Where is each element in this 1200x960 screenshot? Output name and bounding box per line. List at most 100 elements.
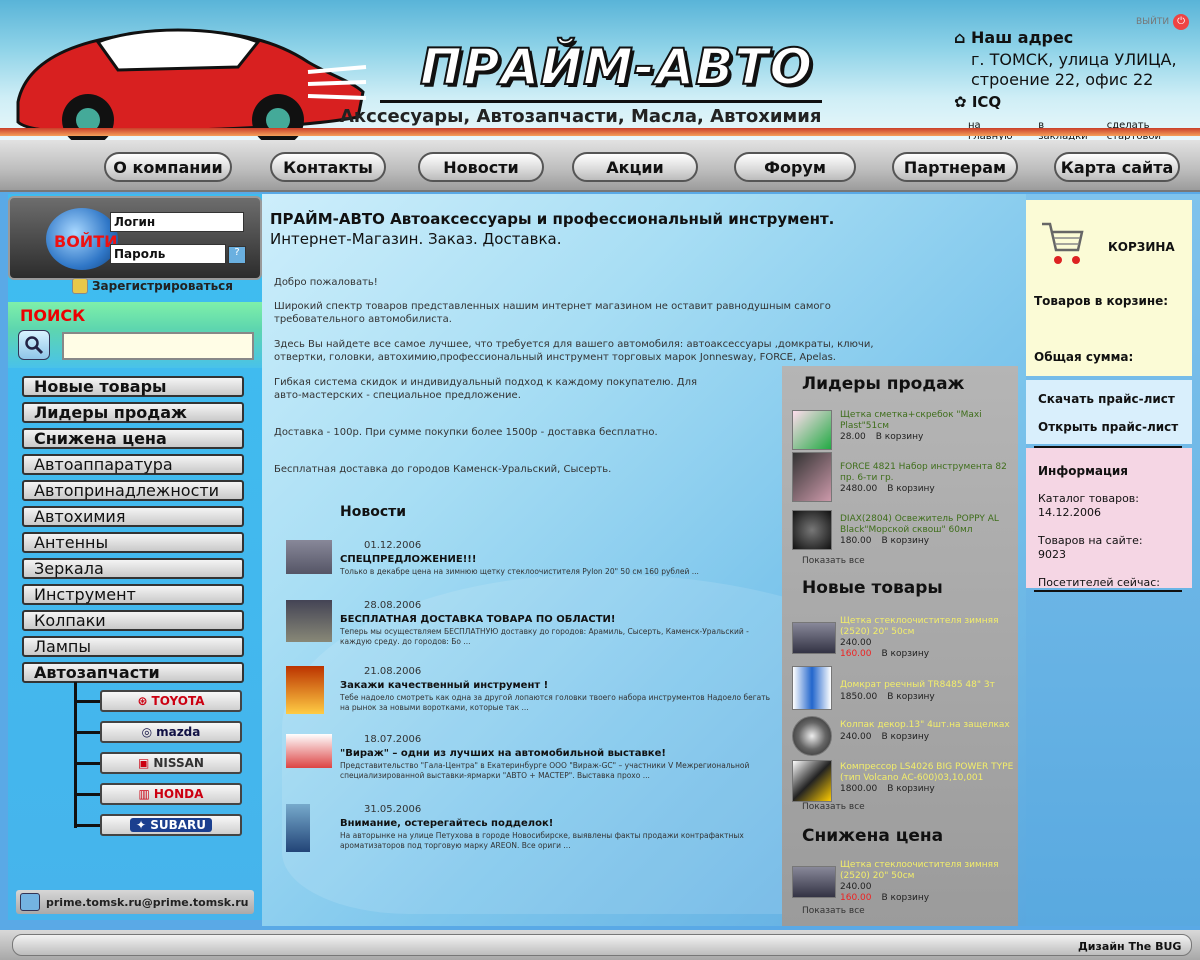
category-lamps[interactable]: Лампы [22, 636, 244, 657]
main-content: ПРАЙМ-АВТО Автоаксессуары и профессионал… [262, 194, 1026, 926]
category-hubcaps[interactable]: Колпаки [22, 610, 244, 631]
products-panel: Лидеры продаж Щетка сметка+скребок "Maxi… [782, 366, 1018, 926]
product-name[interactable]: Щетка сметка+скребок "Maxi Plast"51см [840, 410, 1020, 432]
category-auto-audio[interactable]: Автоаппаратура [22, 454, 244, 475]
search-input[interactable] [62, 332, 254, 360]
cart-box: КОРЗИНА Товаров в корзине: Общая сумма: [1026, 200, 1192, 376]
product-price-row: 240.00 В корзину [840, 732, 929, 742]
product-thumbnail [792, 510, 832, 550]
product-name[interactable]: Домкрат реечный TR8485 48" 3т [840, 680, 1020, 691]
nav-forum[interactable]: Форум [734, 152, 856, 182]
news-thumbnail [286, 600, 332, 642]
search-button[interactable] [18, 330, 50, 360]
open-price-link[interactable]: Открыть прайс-лист [1038, 420, 1178, 434]
download-price-link[interactable]: Скачать прайс-лист [1038, 392, 1175, 406]
info-title: Информация [1038, 464, 1128, 478]
product-name[interactable]: Щетка стеклоочистителя зимняя (2520) 20"… [840, 860, 1020, 882]
product-item[interactable]: FORCE 4821 Набор инструмента 82 пр. 6-ти… [792, 452, 1020, 502]
password-input[interactable]: Пароль [110, 244, 226, 264]
product-item[interactable]: Компрессор LS4026 BIG POWER TYPE (тип Vo… [792, 760, 1020, 802]
brand-subaru[interactable]: ✦ SUBARU [100, 814, 242, 836]
product-price: 240.00 [840, 732, 872, 742]
info-box: Информация Каталог товаров: 14.12.2006 Т… [1026, 448, 1192, 589]
product-thumbnail [792, 716, 832, 756]
email-box[interactable]: prime.tomsk.ru@prime.tomsk.ru [16, 890, 254, 914]
product-name[interactable]: Компрессор LS4026 BIG POWER TYPE (тип Vo… [840, 762, 1020, 784]
register-link[interactable]: Зарегистрироваться [72, 278, 233, 294]
news-title[interactable]: БЕСПЛАТНАЯ ДОСТАВКА ТОВАРА ПО ОБЛАСТИ! [340, 614, 615, 625]
nav-sitemap[interactable]: Карта сайта [1054, 152, 1180, 182]
product-thumbnail [792, 760, 832, 802]
magnifier-icon [25, 336, 44, 355]
add-to-cart-link[interactable]: В корзину [882, 536, 930, 546]
nav-promo[interactable]: Акции [572, 152, 698, 182]
news-title[interactable]: СПЕЦПРЕДЛОЖЕНИЕ!!! [340, 554, 476, 565]
tree-branch [74, 793, 102, 796]
category-tools[interactable]: Инструмент [22, 584, 244, 605]
show-all-link[interactable]: Показать все [802, 906, 865, 916]
brand-toyota[interactable]: ⊛ TOYOTA [100, 690, 242, 712]
nav-contacts[interactable]: Контакты [270, 152, 386, 182]
product-name[interactable]: Щетка стеклоочистителя зимняя (2520) 20"… [840, 616, 1020, 638]
news-title[interactable]: Внимание, остерегайтесь подделок! [340, 818, 553, 829]
add-to-cart-link[interactable]: В корзину [876, 432, 924, 442]
shopping-cart-icon[interactable] [1040, 220, 1084, 268]
honda-logo-icon: ▥ [138, 787, 150, 801]
category-leaders[interactable]: Лидеры продаж [22, 402, 244, 423]
add-to-cart-link[interactable]: В корзину [882, 893, 930, 903]
product-price-row: 28.00 В корзину [840, 432, 923, 442]
cart-title[interactable]: КОРЗИНА [1108, 240, 1175, 254]
show-all-link[interactable]: Показать все [802, 802, 865, 812]
category-accessories[interactable]: Автопринадлежности [22, 480, 244, 501]
cart-sum-label: Общая сумма: [1034, 350, 1134, 364]
brand-nissan[interactable]: ▣ NISSAN [100, 752, 242, 774]
product-item[interactable]: Домкрат реечный TR8485 48" 3т 1850.00 В к… [792, 666, 1020, 710]
price-list-box: Скачать прайс-лист Открыть прайс-лист [1026, 380, 1192, 444]
items-count: 9023 [1038, 548, 1066, 561]
news-text: На авторынке на улице Петухова в городе … [340, 831, 744, 850]
product-item[interactable]: Щетка стеклоочистителя зимняя (2520) 20"… [792, 860, 1020, 906]
product-name[interactable]: Колпак декор.13" 4шт.на защелках [840, 720, 1020, 731]
product-name[interactable]: DIAX(2804) Освежитель POPPY AL Black"Мор… [840, 514, 1020, 536]
login-input[interactable]: Логин [110, 212, 244, 232]
brand-title: ПРАЙМ-АВТО [419, 37, 813, 97]
product-item[interactable]: Щетка сметка+скребок "Maxi Plast"51см 28… [792, 410, 1020, 450]
category-mirrors[interactable]: Зеркала [22, 558, 244, 579]
brand-underline [380, 100, 822, 103]
subaru-logo-icon: ✦ SUBARU [129, 818, 213, 832]
category-parts[interactable]: Автозапчасти [22, 662, 244, 683]
nav-about[interactable]: О компании [104, 152, 232, 182]
category-new-items[interactable]: Новые товары [22, 376, 244, 397]
brand-honda[interactable]: ▥ HONDA [100, 783, 242, 805]
brand-nissan-label: NISSAN [153, 756, 204, 770]
add-to-cart-link[interactable]: В корзину [882, 732, 930, 742]
nav-news[interactable]: Новости [418, 152, 544, 182]
brand-mazda[interactable]: ◎ mazda [100, 721, 242, 743]
nav-partners[interactable]: Партнерам [892, 152, 1018, 182]
login-submit-button[interactable]: ? [228, 246, 246, 264]
product-name[interactable]: FORCE 4821 Набор инструмента 82 пр. 6-ти… [840, 462, 1020, 484]
login-button[interactable]: ВОЙТИ [54, 232, 118, 251]
show-all-link[interactable]: Показать все [802, 556, 865, 566]
product-thumbnail [792, 666, 832, 710]
news-title[interactable]: Закажи качественный инструмент ! [340, 680, 548, 691]
exit-link[interactable]: ВЫЙТИ ⏻ [1136, 14, 1190, 30]
news-title[interactable]: "Вираж" – одни из лучших на автомобильно… [340, 748, 666, 759]
product-thumbnail [792, 410, 832, 450]
product-item[interactable]: Щетка стеклоочистителя зимняя (2520) 20"… [792, 616, 1020, 662]
add-to-cart-link[interactable]: В корзину [887, 692, 935, 702]
category-chemistry[interactable]: Автохимия [22, 506, 244, 527]
category-antennas[interactable]: Антенны [22, 532, 244, 553]
address-line-1: г. ТОМСК, улица УЛИЦА, [971, 50, 1177, 69]
category-discount[interactable]: Снижена цена [22, 428, 244, 449]
add-to-cart-link[interactable]: В корзину [887, 484, 935, 494]
email-address: prime.tomsk.ru@prime.tomsk.ru [46, 895, 249, 909]
add-to-cart-link[interactable]: В корзину [887, 784, 935, 794]
product-item[interactable]: Колпак декор.13" 4шт.на защелках 240.00 В… [792, 716, 1020, 756]
intro-products: Здесь Вы найдете все самое лучшее, что т… [274, 339, 874, 363]
product-item[interactable]: DIAX(2804) Освежитель POPPY AL Black"Мор… [792, 510, 1020, 550]
news-thumbnail [286, 540, 332, 574]
news-text: Только в декабре цена на зимнюю щетку ст… [340, 567, 699, 576]
news-text: Представительство "Гала-Центра" в Екатер… [340, 761, 750, 780]
add-to-cart-link[interactable]: В корзину [882, 649, 930, 659]
